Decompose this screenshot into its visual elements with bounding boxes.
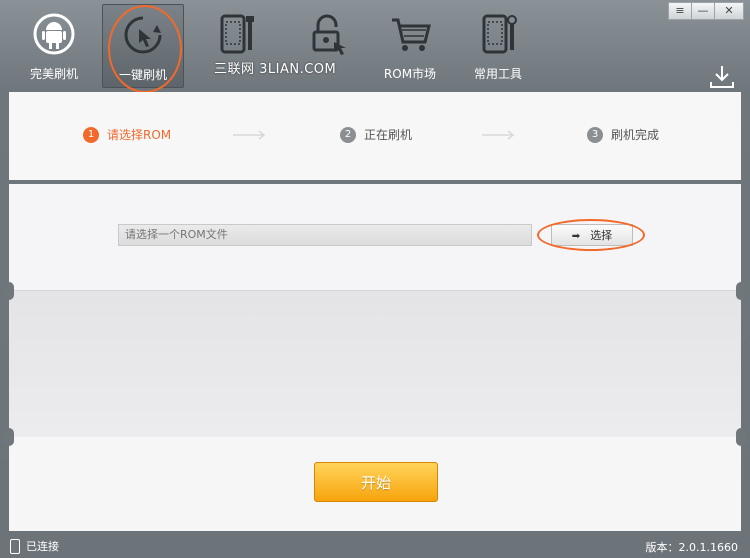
tool-rom-market[interactable]: ROM市场	[370, 4, 450, 86]
step-number: 3	[587, 126, 603, 143]
status-bar: 已连接 版本：2.0.1.1660	[0, 532, 750, 558]
panel-notch	[736, 428, 746, 446]
phone-icon	[10, 538, 20, 554]
step-number: 2	[340, 126, 356, 143]
tool-label: 常用工具	[473, 67, 522, 81]
download-icon[interactable]	[708, 64, 736, 90]
tool-common-tools[interactable]: 常用工具	[458, 4, 538, 86]
steps-panel: 1 请选择ROM 2 正在刷机 3 刷机完成	[9, 92, 741, 180]
arrow-right-icon	[482, 130, 515, 140]
tool-label: ROM市场	[383, 67, 437, 81]
watermark: 三联网 3LIAN.COM	[214, 62, 337, 77]
step-3: 3 刷机完成	[587, 126, 659, 143]
step-label: 请选择ROM	[107, 128, 172, 142]
version-label: 版本：2.0.1.1660	[645, 541, 738, 554]
window-controls: ≡ — ✕	[668, 2, 744, 20]
connection-status: 已连接	[10, 538, 59, 554]
highlight-ring	[537, 219, 645, 251]
highlight-ring	[108, 5, 182, 93]
menu-button[interactable]: ≡	[668, 2, 692, 20]
tool-perfect-flash[interactable]: 完美刷机	[14, 4, 94, 86]
tools-icon	[482, 14, 517, 54]
close-button[interactable]: ✕	[714, 2, 744, 20]
step-number: 1	[83, 126, 99, 143]
main-toolbar: 完美刷机 一键刷机 ROM市场 常用工具	[0, 0, 640, 92]
rom-file-input[interactable]	[118, 224, 532, 246]
connection-label: 已连接	[26, 540, 59, 553]
panel-notch	[4, 428, 14, 446]
action-panel: 开始	[9, 437, 741, 531]
panel-notch	[4, 282, 14, 300]
step-label: 刷机完成	[611, 128, 660, 142]
minimize-button[interactable]: —	[691, 2, 715, 20]
start-button[interactable]: 开始	[314, 462, 438, 502]
step-label: 正在刷机	[364, 128, 413, 142]
step-1: 1 请选择ROM	[83, 126, 171, 143]
phone-wrench-icon	[220, 14, 254, 54]
cart-icon	[392, 18, 431, 51]
arrow-right-icon	[233, 130, 266, 140]
content-area	[9, 291, 741, 437]
app-window: ≡ — ✕ 完美刷机 一键刷机 ROM市场 常用工具 三联网 3LIAN.COM…	[0, 0, 750, 558]
unlock-icon	[312, 14, 346, 55]
tool-label: 完美刷机	[29, 67, 78, 81]
panel-notch	[736, 282, 746, 300]
step-2: 2 正在刷机	[340, 126, 412, 143]
android-refresh-icon	[33, 13, 75, 55]
